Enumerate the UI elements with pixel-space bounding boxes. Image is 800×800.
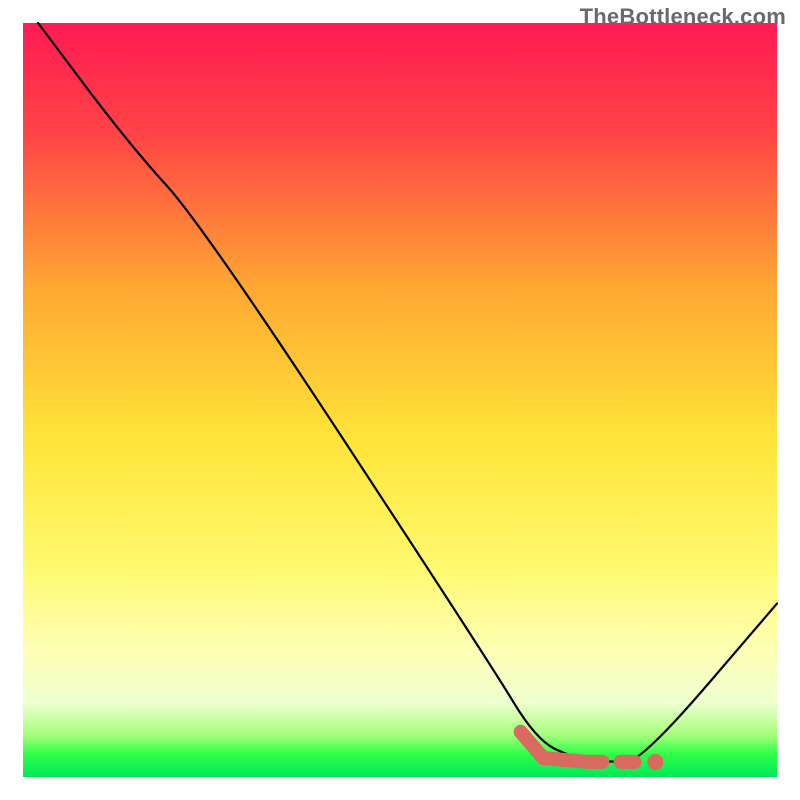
chart-canvas: { "watermark": "TheBottleneck.com", "cha… [0,0,800,800]
watermark-text: TheBottleneck.com [580,4,786,30]
curve-bottom-marker-tip [647,754,663,770]
plot-background [23,23,777,777]
chart-svg [0,0,800,800]
